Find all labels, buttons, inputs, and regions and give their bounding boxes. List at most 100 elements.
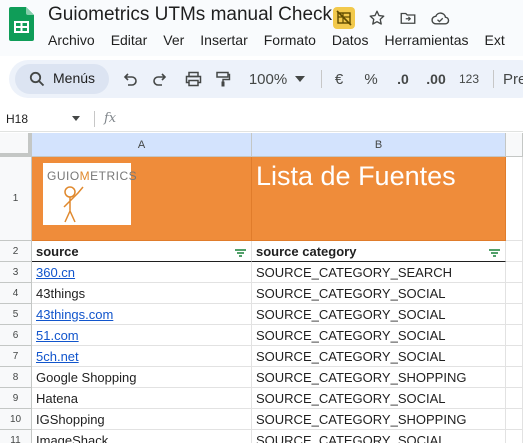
row-header[interactable]: 7 xyxy=(0,346,32,367)
decrease-decimals-button[interactable]: .0 xyxy=(394,69,412,89)
number-format-button[interactable]: 123 xyxy=(458,69,480,89)
menu-ver[interactable]: Ver xyxy=(163,31,184,49)
row-header[interactable]: 10 xyxy=(0,409,32,430)
cell[interactable] xyxy=(506,409,523,430)
category-cell[interactable]: SOURCE_CATEGORY_SHOPPING xyxy=(252,367,506,388)
filter-icon[interactable] xyxy=(489,249,500,257)
search-menus-label: Menús xyxy=(53,70,96,86)
source-cell[interactable]: ImageShack xyxy=(32,430,252,443)
row-header[interactable]: 4 xyxy=(0,283,32,304)
title-bar: Guiometrics UTMs manual Check Archivo Ed… xyxy=(0,0,523,56)
cell[interactable] xyxy=(506,304,523,325)
row-header[interactable]: 8 xyxy=(0,367,32,388)
category-cell[interactable]: SOURCE_CATEGORY_SOCIAL xyxy=(252,346,506,367)
print-icon xyxy=(185,71,201,87)
redo-button[interactable] xyxy=(150,69,170,89)
source-link[interactable]: 360.cn xyxy=(36,265,75,280)
column-header-a[interactable]: A xyxy=(32,133,252,157)
filter-icon[interactable] xyxy=(235,249,246,257)
zoom-value[interactable]: 100% xyxy=(247,69,289,89)
title-cell[interactable]: Lista de Fuentes xyxy=(252,157,506,241)
source-text: Google Shopping xyxy=(36,369,137,385)
source-cell[interactable]: Hatena xyxy=(32,388,252,409)
paint-format-icon xyxy=(216,71,231,87)
source-cell[interactable]: 43things xyxy=(32,283,252,304)
category-cell[interactable]: SOURCE_CATEGORY_SOCIAL xyxy=(252,304,506,325)
move-to-folder-icon[interactable] xyxy=(397,7,419,29)
zoom-dropdown[interactable] xyxy=(294,69,306,89)
column-header-b[interactable]: B xyxy=(252,133,506,157)
category-cell[interactable]: SOURCE_CATEGORY_SHOPPING xyxy=(252,409,506,430)
spreadsheet-grid: A B 1 Lista de Fuentes GUIOMETRICS 2 sou… xyxy=(0,133,523,443)
name-box-caret-icon[interactable] xyxy=(72,116,80,121)
source-cell[interactable]: 51.com xyxy=(32,325,252,346)
menu-extensiones[interactable]: Ext xyxy=(484,31,504,49)
cell[interactable] xyxy=(506,367,523,388)
row-header[interactable]: 5 xyxy=(0,304,32,325)
currency-format-button[interactable]: € xyxy=(332,69,346,89)
redo-icon xyxy=(153,73,167,86)
category-cell[interactable]: SOURCE_CATEGORY_SOCIAL xyxy=(252,388,506,409)
toolbar-divider xyxy=(321,70,322,88)
category-cell[interactable]: SOURCE_CATEGORY_SOCIAL xyxy=(252,325,506,346)
menu-editar[interactable]: Editar xyxy=(111,31,148,49)
source-cell[interactable]: Google Shopping xyxy=(32,367,252,388)
source-link[interactable]: 51.com xyxy=(36,328,79,343)
source-cell[interactable]: 5ch.net xyxy=(32,346,252,367)
select-all-corner[interactable] xyxy=(0,133,32,157)
formula-divider xyxy=(94,111,95,127)
stick-figure-icon xyxy=(63,186,84,223)
header-cell-category[interactable]: source category xyxy=(252,241,506,262)
percent-format-button[interactable]: % xyxy=(363,69,379,89)
cell[interactable] xyxy=(506,157,523,241)
header-cell-source[interactable]: source xyxy=(32,241,252,262)
row-header[interactable]: 2 xyxy=(0,241,32,262)
cell[interactable] xyxy=(506,241,523,262)
paint-format-button[interactable] xyxy=(213,69,233,89)
sheets-logo-icon[interactable] xyxy=(9,7,34,41)
source-link[interactable]: 5ch.net xyxy=(36,349,79,364)
row-header[interactable]: 11 xyxy=(0,430,32,443)
print-button[interactable] xyxy=(183,69,203,89)
menu-archivo[interactable]: Archivo xyxy=(48,31,95,49)
increase-decimals-button[interactable]: .00 xyxy=(425,69,447,89)
cell[interactable] xyxy=(506,325,523,346)
search-menus-button[interactable]: Menús xyxy=(15,64,109,94)
row-header[interactable]: 1 xyxy=(0,157,32,241)
column-header-c[interactable] xyxy=(506,133,523,157)
toolbar: Menús 100% € % .0 .00 123 Pre xyxy=(9,60,523,98)
menu-datos[interactable]: Datos xyxy=(332,31,369,49)
source-cell[interactable]: IGShopping xyxy=(32,409,252,430)
cell[interactable] xyxy=(506,346,523,367)
caret-down-icon xyxy=(295,76,305,82)
cell[interactable] xyxy=(506,388,523,409)
row-header[interactable]: 6 xyxy=(0,325,32,346)
document-title[interactable]: Guiometrics UTMs manual Check xyxy=(48,4,332,26)
undo-button[interactable] xyxy=(120,69,140,89)
source-link[interactable]: 43things.com xyxy=(36,307,113,322)
guiometrics-logo: GUIOMETRICS xyxy=(43,163,137,225)
sheet-title: Lista de Fuentes xyxy=(256,161,456,191)
source-cell[interactable]: 360.cn xyxy=(32,262,252,283)
menu-herramientas[interactable]: Herramientas xyxy=(384,31,468,49)
cloud-saved-icon[interactable] xyxy=(429,7,451,29)
menu-formato[interactable]: Formato xyxy=(264,31,316,49)
source-text: ImageShack xyxy=(36,432,109,443)
row-header[interactable]: 9 xyxy=(0,388,32,409)
cell[interactable] xyxy=(506,262,523,283)
category-cell[interactable]: SOURCE_CATEGORY_SOCIAL xyxy=(252,430,506,443)
category-cell[interactable]: SOURCE_CATEGORY_SOCIAL xyxy=(252,283,506,304)
cell[interactable] xyxy=(506,283,523,304)
fx-icon: fx xyxy=(104,111,117,126)
row-header[interactable]: 3 xyxy=(0,262,32,283)
menu-insertar[interactable]: Insertar xyxy=(200,31,247,49)
menu-bar: Archivo Editar Ver Insertar Formato Dato… xyxy=(48,31,521,49)
hidden-sheet-badge-icon[interactable] xyxy=(333,7,355,29)
category-cell[interactable]: SOURCE_CATEGORY_SEARCH xyxy=(252,262,506,283)
toolbar-divider xyxy=(493,70,494,88)
formula-bar: H18 fx xyxy=(0,106,523,132)
source-cell[interactable]: 43things.com xyxy=(32,304,252,325)
star-icon[interactable] xyxy=(366,7,388,29)
font-dropdown[interactable]: Pre xyxy=(503,69,523,89)
cell[interactable] xyxy=(506,430,523,443)
